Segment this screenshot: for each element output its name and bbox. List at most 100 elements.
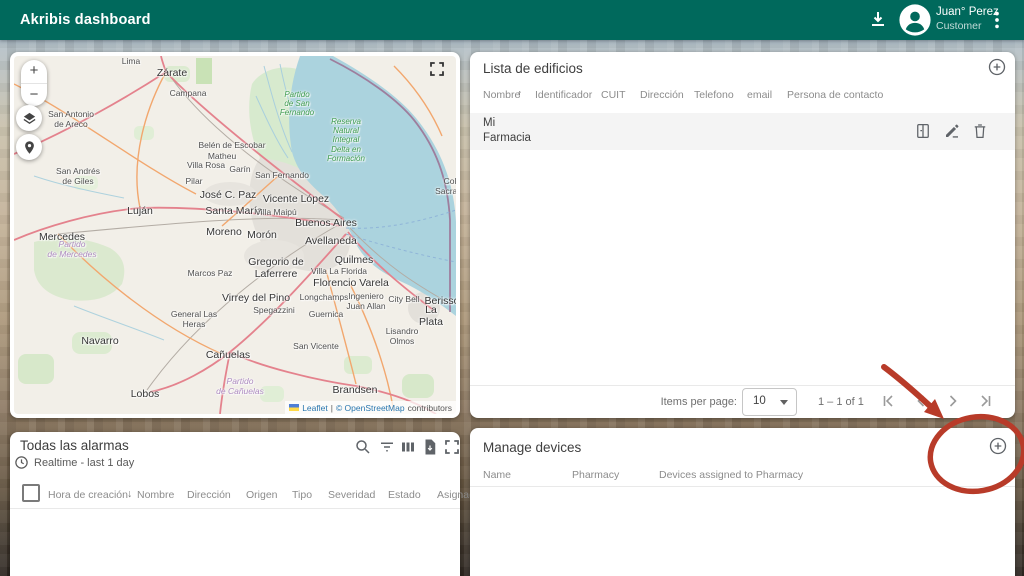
header-divider	[10, 508, 460, 509]
map-label: Spegazzini	[253, 306, 295, 316]
map-label: General Las Heras	[171, 310, 217, 330]
map-label: Gregorio de Laferrere	[248, 256, 303, 280]
map-label: Virrey del Pino	[222, 292, 290, 304]
map-label: Villa Rosa	[187, 161, 225, 171]
building-name-cell: Mi Farmacia	[483, 116, 531, 146]
map-label: Zárate	[157, 67, 187, 79]
filter-icon[interactable]	[378, 438, 396, 456]
map-panel: Lima Zárate Campana San Antonio de Areco San…	[10, 52, 460, 418]
buildings-panel: Lista de edificios Nombre ↑ Identificado…	[470, 52, 1015, 418]
column-header-pharmacy[interactable]: Pharmacy	[572, 469, 619, 481]
table-row[interactable]	[470, 113, 1015, 150]
column-header-nombre[interactable]: Nombre	[483, 89, 520, 101]
map-attribution: Leaflet | © OpenStreetMap contributors	[285, 401, 456, 414]
previous-page-icon[interactable]	[912, 392, 930, 410]
map-label: Partido de San Fernando	[280, 90, 314, 118]
osm-link[interactable]: © OpenStreetMap	[336, 403, 405, 413]
column-header-direccion[interactable]: Dirección	[640, 89, 684, 101]
download-icon[interactable]	[866, 8, 890, 32]
map-label: Quilmes	[335, 254, 374, 266]
column-header-telefono[interactable]: Telefono	[694, 89, 734, 101]
column-header-email[interactable]: email	[747, 89, 772, 101]
page-size-value: 10	[753, 395, 766, 407]
panel-title: Todas las alarmas	[20, 438, 129, 453]
map-label: City Bell	[388, 295, 419, 305]
map-label: Guernica	[309, 310, 344, 320]
zoom-in-button[interactable]: +	[21, 60, 47, 83]
clock-icon	[14, 455, 29, 470]
search-icon[interactable]	[354, 438, 372, 456]
map-zoom-control: + −	[21, 60, 47, 106]
realtime-label: Realtime - last 1 day	[34, 457, 134, 469]
add-device-button[interactable]	[988, 436, 1008, 456]
column-header-direccion[interactable]: Dirección	[187, 489, 231, 501]
first-page-icon[interactable]	[879, 392, 897, 410]
column-header-severidad[interactable]: Severidad	[328, 489, 375, 501]
map-label: La Plata	[419, 304, 444, 328]
app-title: Akribis dashboard	[20, 12, 151, 28]
map-label: Lima	[122, 57, 140, 67]
layers-icon	[22, 111, 37, 126]
map-label: Ingeniero Juan Allan	[346, 292, 385, 312]
map-label: Mercedes	[39, 231, 85, 243]
map-label: Campana	[170, 89, 207, 99]
leaflet-link[interactable]: Leaflet	[302, 403, 328, 413]
door-icon[interactable]	[914, 122, 932, 140]
columns-icon[interactable]	[399, 438, 417, 456]
items-per-page-label: Items per page:	[620, 396, 737, 408]
kebab-menu-icon[interactable]	[986, 9, 1010, 33]
location-pin-icon	[22, 140, 37, 155]
map-label: Morón	[247, 229, 277, 241]
page-range-label: 1 – 1 of 1	[818, 396, 864, 408]
sort-asc-icon[interactable]: ↑	[517, 88, 522, 100]
column-header-estado[interactable]: Estado	[388, 489, 421, 501]
column-header-identificador[interactable]: Identificador	[535, 89, 592, 101]
delete-icon[interactable]	[971, 122, 989, 140]
location-button[interactable]	[16, 134, 42, 160]
export-file-icon[interactable]	[421, 438, 439, 456]
map-label: Villa Maipú	[255, 208, 296, 218]
map-label: San Antonio de Areco	[48, 110, 94, 130]
select-all-checkbox[interactable]	[22, 484, 40, 502]
map-label: Santa María	[205, 205, 262, 217]
panel-title: Manage devices	[483, 440, 581, 455]
map-canvas[interactable]: Lima Zárate Campana San Antonio de Areco San…	[14, 56, 456, 414]
avatar[interactable]	[898, 3, 932, 37]
map-label: Villa La Florida	[311, 267, 367, 277]
page-size-select[interactable]: 10	[742, 388, 797, 416]
add-building-button[interactable]	[987, 57, 1007, 77]
column-header-devices-assigned[interactable]: Devices assigned to Pharmacy	[659, 469, 803, 481]
last-page-icon[interactable]	[977, 392, 995, 410]
layers-button[interactable]	[16, 105, 42, 131]
screen: Akribis dashboard Juan° Perez Customer	[0, 0, 1024, 576]
map-label: Navarro	[81, 335, 118, 347]
map-label: Longchamps	[300, 293, 349, 303]
column-header-tipo[interactable]: Tipo	[292, 489, 312, 501]
header-divider	[470, 486, 1015, 487]
sort-desc-icon[interactable]: ↓	[127, 488, 132, 500]
map-label: José C. Paz	[200, 189, 257, 201]
column-header-hora[interactable]: Hora de creación	[48, 489, 128, 501]
column-header-persona[interactable]: Persona de contacto	[787, 89, 883, 101]
fullscreen-icon[interactable]	[443, 438, 461, 456]
map-label: Moreno	[206, 226, 242, 238]
map-label: San Andrés de Giles	[56, 167, 100, 187]
next-page-icon[interactable]	[944, 392, 962, 410]
column-header-nombre[interactable]: Nombre	[137, 489, 174, 501]
column-header-name[interactable]: Name	[483, 469, 511, 481]
fullscreen-icon[interactable]	[428, 60, 446, 78]
devices-panel: Manage devices Name Pharmacy Devices ass…	[470, 428, 1015, 576]
map-label: Lisandro Olmos	[375, 327, 429, 347]
map-label: Avellaneda	[305, 235, 357, 247]
map-label: Partido de Mercedes	[47, 240, 96, 260]
map-label: Buenos Aires	[295, 217, 357, 229]
map-label: Cañuelas	[206, 349, 250, 361]
column-header-cuit[interactable]: CUIT	[601, 89, 626, 101]
edit-icon[interactable]	[943, 122, 961, 140]
attribution-contributors: contributors	[408, 403, 452, 413]
map-label: Belén de Escobar	[198, 141, 265, 151]
column-header-origen[interactable]: Origen	[246, 489, 278, 501]
attribution-separator: |	[331, 403, 333, 413]
map-label: Reserva Natural Integral Delta en Formac…	[327, 117, 365, 163]
alarms-panel: Todas las alarmas Realtime - last 1 day …	[10, 432, 460, 576]
